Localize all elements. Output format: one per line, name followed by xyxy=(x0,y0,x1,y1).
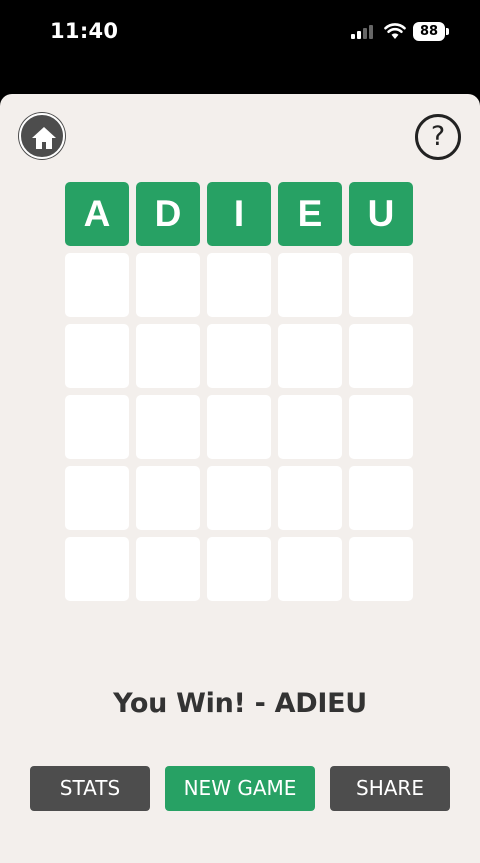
help-icon: ? xyxy=(430,121,446,152)
letter-tile xyxy=(207,253,271,317)
letter-tile xyxy=(278,537,342,601)
board-row xyxy=(65,324,415,388)
letter-tile xyxy=(278,395,342,459)
letter-tile: U xyxy=(349,182,413,246)
letter-tile xyxy=(207,466,271,530)
result-message: You Win! - ADIEU xyxy=(113,688,367,719)
letter-tile xyxy=(65,253,129,317)
letter-tile: A xyxy=(65,182,129,246)
letter-tile xyxy=(136,324,200,388)
letter-tile xyxy=(207,324,271,388)
letter-tile xyxy=(65,466,129,530)
cellular-signal-icon xyxy=(351,25,375,39)
home-button[interactable] xyxy=(19,113,65,159)
battery-icon: 88 xyxy=(413,22,449,41)
letter-tile xyxy=(207,395,271,459)
letter-tile xyxy=(349,466,413,530)
letter-tile xyxy=(349,537,413,601)
share-button[interactable]: SHARE xyxy=(330,766,450,811)
board-row xyxy=(65,395,415,459)
help-button[interactable]: ? xyxy=(415,114,461,160)
board-row xyxy=(65,253,415,317)
letter-tile xyxy=(278,466,342,530)
battery-level: 88 xyxy=(419,24,439,39)
letter-tile xyxy=(136,395,200,459)
letter-tile xyxy=(65,324,129,388)
letter-tile xyxy=(278,324,342,388)
letter-tile xyxy=(65,395,129,459)
letter-tile: D xyxy=(136,182,200,246)
home-icon xyxy=(32,127,56,149)
board-row xyxy=(65,466,415,530)
letter-tile xyxy=(207,537,271,601)
letter-tile: I xyxy=(207,182,271,246)
wifi-icon xyxy=(384,22,406,40)
status-time: 11:40 xyxy=(50,19,119,43)
board-row: ADIEU xyxy=(65,182,415,246)
letter-tile: E xyxy=(278,182,342,246)
letter-tile xyxy=(278,253,342,317)
status-bar: 11:40 88 xyxy=(0,0,480,94)
new-game-button[interactable]: NEW GAME xyxy=(165,766,315,811)
letter-tile xyxy=(136,466,200,530)
letter-tile xyxy=(65,537,129,601)
letter-tile xyxy=(136,253,200,317)
letter-tile xyxy=(349,324,413,388)
game-board: ADIEU xyxy=(65,182,415,608)
letter-tile xyxy=(136,537,200,601)
stats-button[interactable]: STATS xyxy=(30,766,150,811)
letter-tile xyxy=(349,395,413,459)
board-row xyxy=(65,537,415,601)
letter-tile xyxy=(349,253,413,317)
